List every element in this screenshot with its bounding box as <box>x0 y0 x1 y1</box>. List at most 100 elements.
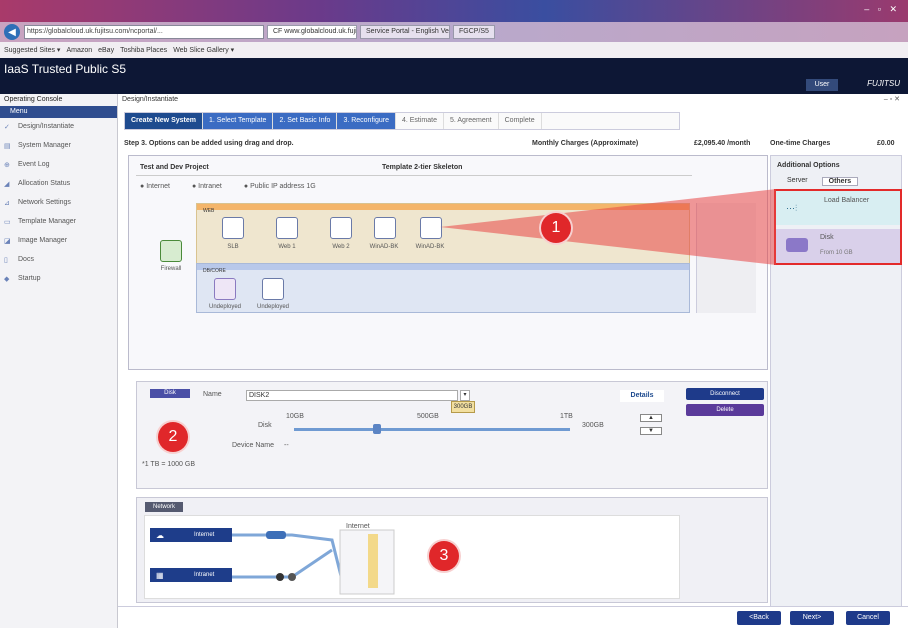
project-name[interactable]: Test and Dev Project <box>140 164 209 171</box>
size-note: *1 TB = 1000 GB <box>142 461 195 468</box>
disk-size-value: 300GB <box>582 422 604 429</box>
firewall-icon[interactable] <box>160 240 182 262</box>
disk-name-input[interactable]: DISK2 <box>246 390 458 401</box>
options-tabs: Server Others <box>771 175 901 188</box>
legend-internet: ● Internet <box>140 183 170 190</box>
browser-tab-1[interactable]: CF www.globalcloud.uk.fujitsu.co... <box>267 25 357 39</box>
server-node-winad-1[interactable] <box>374 217 396 239</box>
size-tooltip: 300GB <box>451 401 475 413</box>
url-input[interactable]: https://globalcloud.uk.fujitsu.com/ncpor… <box>24 25 264 39</box>
monthly-charges-label: Monthly Charges (Approximate) <box>532 140 639 147</box>
browser-tab-3[interactable]: FGCP/S5 <box>453 25 495 39</box>
wizard-step-select-template[interactable]: 1. Select Template <box>202 113 274 129</box>
sidebar-item-startup[interactable]: ◆ Startup <box>0 270 117 289</box>
delete-button[interactable]: Delete <box>686 404 764 416</box>
sidebar-item-images[interactable]: ◪ Image Manager <box>0 232 117 251</box>
project-bar: Test and Dev Project Template 2-tier Ske… <box>136 162 692 176</box>
design-icon: ✓ <box>4 124 10 131</box>
wizard-step-estimate[interactable]: 4. Estimate <box>396 113 444 129</box>
browser-tab-2[interactable]: Service Portal - English Version <box>360 25 450 39</box>
back-button[interactable]: <Back <box>737 611 781 625</box>
decrease-icon[interactable]: ▼ <box>640 427 662 435</box>
system-icon: ▤ <box>4 143 11 150</box>
fav-item[interactable]: Suggested Sites ▾ <box>4 46 60 54</box>
user-button[interactable]: User <box>806 79 838 91</box>
disk-badge: Disk <box>150 389 190 398</box>
server-node-web1[interactable] <box>276 217 298 239</box>
tab-server[interactable]: Server <box>787 177 808 186</box>
sidebar-item-design[interactable]: ✓ Design/Instantiate <box>0 118 117 137</box>
disconnect-button[interactable]: Disconnect <box>686 388 764 400</box>
fujitsu-logo: FUJITSU <box>867 79 900 88</box>
server-node-web2[interactable] <box>330 217 352 239</box>
node-label: Web 2 <box>332 244 350 250</box>
building-icon: ▦ <box>156 571 164 580</box>
callout-badge-3: 3 <box>429 541 459 571</box>
fav-item[interactable]: Web Slice Gallery ▾ <box>173 46 234 54</box>
network-label: Network <box>145 502 183 512</box>
server-node-undeployed-2[interactable] <box>262 278 284 300</box>
docs-icon: ▯ <box>4 257 8 264</box>
fav-item[interactable]: Toshiba Places <box>120 47 167 54</box>
sidebar-item-docs[interactable]: ▯ Docs <box>0 251 117 270</box>
slider-min: 10GB <box>286 413 304 420</box>
disk-label: Disk <box>258 422 272 429</box>
breadcrumb: Design/Instantiate <box>122 96 179 103</box>
device-name-label: Device Name <box>232 442 275 449</box>
fav-item[interactable]: eBay <box>98 47 114 54</box>
sidebar-item-system-manager[interactable]: ▤ System Manager <box>0 137 117 156</box>
cloud-icon: ☁ <box>156 531 164 540</box>
wizard-step-agreement[interactable]: 5. Agreement <box>444 113 499 129</box>
favorites-bar: Suggested Sites ▾ Amazon eBay Toshiba Pl… <box>0 42 908 58</box>
allocation-icon: ◢ <box>4 181 10 188</box>
slider-max: 1TB <box>560 413 573 420</box>
sidebar-header: Operating Console <box>4 96 63 103</box>
fav-item[interactable]: Amazon <box>66 47 92 54</box>
network-links <box>232 529 395 595</box>
wizard-steps: Create New System 1. Select Template 2. … <box>124 112 680 130</box>
name-dropdown-icon[interactable]: ▾ <box>460 390 470 401</box>
next-button[interactable]: Next> <box>790 611 834 625</box>
cancel-button[interactable]: Cancel <box>846 611 890 625</box>
increase-icon[interactable]: ▲ <box>640 414 662 422</box>
additional-options-title: Additional Options <box>777 162 840 169</box>
sidebar-menu-selected[interactable]: Menu <box>0 106 117 118</box>
node-label: WinAD-BK <box>369 244 399 250</box>
onetime-charges-value: £0.00 <box>877 140 895 147</box>
wizard-step-reconfigure[interactable]: 3. Reconfigure <box>337 113 396 129</box>
details-tab[interactable]: Details <box>620 390 664 402</box>
sidebar-item-allocation[interactable]: ◢ Allocation Status <box>0 175 117 194</box>
template-name: Template 2-tier Skeleton <box>382 164 463 171</box>
disk-size-slider[interactable] <box>294 428 570 431</box>
wizard-step-complete[interactable]: Complete <box>499 113 542 129</box>
sidebar-item-event-log[interactable]: ⊕ Event Log <box>0 156 117 175</box>
panel-controls[interactable]: – ▫ ✕ <box>884 95 900 103</box>
legend-public-ip: ● Public IP address 1G <box>243 183 316 190</box>
tab-others[interactable]: Others <box>821 177 859 186</box>
window-controls[interactable]: – ▫ ✕ <box>864 4 900 15</box>
app-header <box>0 58 908 94</box>
server-node-undeployed-1[interactable] <box>214 278 236 300</box>
server-node-slb[interactable] <box>222 217 244 239</box>
legend-intranet: ● Intranet <box>191 183 222 190</box>
sidebar-item-templates[interactable]: ▭ Template Manager <box>0 213 117 232</box>
app-title: IaaS Trusted Public S5 <box>4 62 127 76</box>
browser-title-bar: – ▫ ✕ <box>0 0 908 22</box>
sidebar: Operating Console Menu ✓ Design/Instantia… <box>0 94 118 628</box>
wizard-step-basic-info[interactable]: 2. Set Basic Info <box>273 113 338 129</box>
step-title: Step 3. Options can be added using drag … <box>124 140 294 147</box>
node-label: Web 1 <box>278 244 296 250</box>
slider-thumb[interactable] <box>372 424 381 434</box>
back-arrow-icon[interactable]: ◀ <box>4 24 20 40</box>
wizard-step-create: Create New System <box>125 113 203 129</box>
slider-mid: 500GB <box>417 413 439 420</box>
image-icon: ◪ <box>4 238 11 245</box>
onetime-charges-label: One-time Charges <box>770 140 831 147</box>
network-icon: ⊿ <box>4 200 10 207</box>
callout-badge-2: 2 <box>158 422 188 452</box>
node-label: Undeployed <box>208 304 242 310</box>
firewall-label: Firewall <box>160 266 182 272</box>
sidebar-item-network[interactable]: ⊿ Network Settings <box>0 194 117 213</box>
server-node-winad-2[interactable] <box>420 217 442 239</box>
highlight-box <box>774 189 902 265</box>
